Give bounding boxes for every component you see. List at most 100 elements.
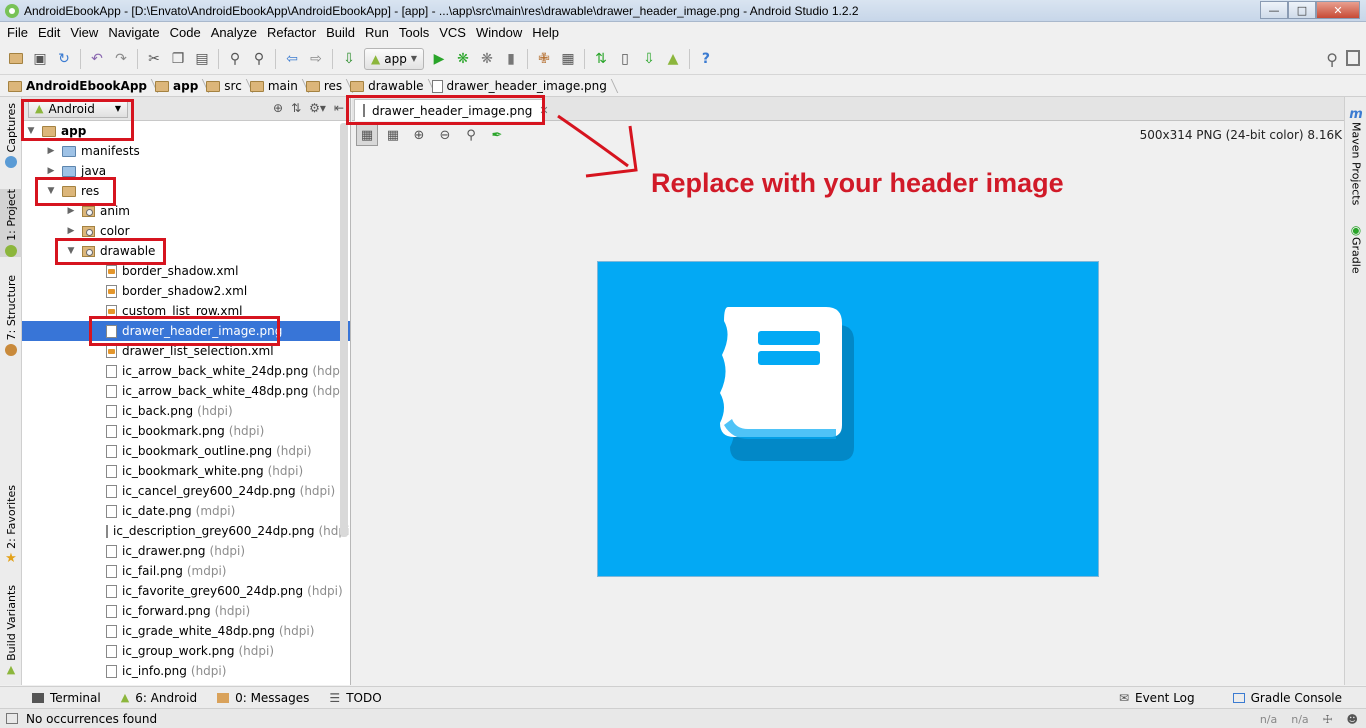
menu-file[interactable]: File — [2, 22, 33, 43]
menu-analyze[interactable]: Analyze — [206, 22, 262, 43]
attach-debugger-icon[interactable]: ❋ — [478, 50, 496, 68]
tab-build-variants[interactable]: Build Variants ▲ — [0, 585, 22, 676]
scroll-from-source-icon[interactable]: ⊕ — [273, 101, 283, 115]
find-icon[interactable]: ⚲ — [226, 50, 244, 68]
forward-icon[interactable]: ⇨ — [307, 50, 325, 68]
android-tab[interactable]: ▲ 6: Android — [111, 691, 207, 705]
tree-item-manifests[interactable]: ▶ manifests — [22, 141, 350, 161]
paste-icon[interactable]: ▤ — [193, 50, 211, 68]
make-project-icon[interactable]: ⇩ — [340, 50, 358, 68]
inspector-icon[interactable]: ☻ — [1347, 713, 1358, 726]
grid-icon[interactable]: ▦ — [382, 124, 404, 146]
collapse-arrow-icon[interactable]: ▶ — [46, 146, 56, 156]
menu-navigate[interactable]: Navigate — [103, 22, 164, 43]
save-icon[interactable]: ▣ — [31, 50, 49, 68]
android-monitor-icon[interactable]: ▲ — [664, 50, 682, 68]
tree-item-file[interactable]: ic_bookmark_outline.png (hdpi) — [22, 441, 350, 461]
tree-item-file[interactable]: ic_fail.png (mdpi) — [22, 561, 350, 581]
gear-icon[interactable]: ⚙▾ — [309, 101, 326, 115]
tree-item-file[interactable]: ic_arrow_back_white_48dp.png (hdpi) — [22, 381, 350, 401]
lock-icon[interactable]: ☩ — [1323, 713, 1333, 726]
tab-captures[interactable]: Captures — [0, 103, 22, 169]
zoom-out-icon[interactable]: ⊖ — [434, 124, 456, 146]
tab-maven-projects[interactable]: m Maven Projects — [1345, 107, 1366, 205]
tree-item-file[interactable]: ic_date.png (mdpi) — [22, 501, 350, 521]
tree-item-file[interactable]: ic_arrow_back_white_24dp.png (hdpi) — [22, 361, 350, 381]
sdk-manager-icon[interactable]: ⇩ — [640, 50, 658, 68]
gradle-console-tab[interactable]: Gradle Console — [1223, 691, 1352, 705]
project-scrollbar[interactable] — [340, 123, 348, 537]
hide-panel-icon[interactable]: ⇤ — [334, 101, 344, 115]
actual-size-icon[interactable]: ⚲ — [460, 124, 482, 146]
tree-item-file[interactable]: ic_back.png (hdpi) — [22, 401, 350, 421]
menu-edit[interactable]: Edit — [33, 22, 65, 43]
project-structure-icon[interactable]: ▦ — [559, 50, 577, 68]
tree-item-file[interactable]: ic_cancel_grey600_24dp.png (hdpi) — [22, 481, 350, 501]
open-folder-icon[interactable] — [7, 50, 25, 68]
collapse-arrow-icon[interactable]: ▶ — [66, 206, 76, 216]
color-picker-icon[interactable]: ✒ — [486, 124, 508, 146]
todo-tab[interactable]: ☰ TODO — [319, 691, 391, 705]
tree-item-file[interactable]: ic_info.png (hdpi) — [22, 661, 350, 681]
avd-manager-icon[interactable]: ▯ — [616, 50, 634, 68]
minimize-button[interactable]: — — [1260, 1, 1288, 19]
run-config-select[interactable]: ▲ app ▼ — [364, 47, 424, 70]
tree-item-file[interactable]: ic_bookmark_white.png (hdpi) — [22, 461, 350, 481]
tab-project[interactable]: 1: Project — [0, 189, 22, 257]
tab-gradle[interactable]: ◉ Gradle — [1345, 223, 1366, 274]
debug-icon[interactable]: ❋ — [454, 50, 472, 68]
stop-icon[interactable]: ▮ — [502, 50, 520, 68]
help-icon[interactable]: ? — [697, 50, 715, 68]
back-icon[interactable]: ⇦ — [283, 50, 301, 68]
menu-window[interactable]: Window — [471, 22, 527, 43]
crumb-file[interactable]: drawer_header_image.png — [430, 76, 613, 97]
tree-item-file[interactable]: ic_drawer.png (hdpi) — [22, 541, 350, 561]
replace-icon[interactable]: ⚲ — [250, 50, 268, 68]
menu-code[interactable]: Code — [165, 22, 206, 43]
copy-icon[interactable]: ❐ — [169, 50, 187, 68]
crumb-drawable[interactable]: drawable — [348, 76, 429, 97]
tab-structure[interactable]: 7: Structure — [0, 275, 22, 357]
tab-favorites[interactable]: 2: Favorites ★ — [0, 485, 22, 566]
tree-item-file[interactable]: ic_grade_white_48dp.png (hdpi) — [22, 621, 350, 641]
maximize-button[interactable]: □ — [1288, 1, 1316, 19]
crumb-src[interactable]: src — [204, 76, 248, 97]
collapse-all-icon[interactable]: ⇅ — [291, 101, 301, 115]
tree-item-file[interactable]: ic_description_grey600_24dp.png (hdpi) — [22, 521, 350, 541]
event-log-tab[interactable]: ✉ Event Log — [1109, 691, 1205, 705]
terminal-tab[interactable]: Terminal — [22, 691, 111, 705]
tab-label: 7: Structure — [4, 275, 18, 341]
menu-tools[interactable]: Tools — [394, 22, 434, 43]
sync-icon[interactable]: ↻ — [55, 50, 73, 68]
cut-icon[interactable]: ✂ — [145, 50, 163, 68]
toggle-tool-windows-icon[interactable] — [6, 713, 18, 724]
redo-icon[interactable]: ↷ — [112, 50, 130, 68]
run-icon[interactable]: ▶ — [430, 50, 448, 68]
messages-tab[interactable]: 0: Messages — [207, 691, 319, 705]
split-editor-icon[interactable] — [1346, 50, 1360, 66]
crumb-main[interactable]: main — [248, 76, 304, 97]
tree-item-file[interactable]: ic_favorite_grey600_24dp.png (hdpi) — [22, 581, 350, 601]
tree-item-file[interactable]: ic_group_work.png (hdpi) — [22, 641, 350, 661]
menu-help[interactable]: Help — [527, 22, 564, 43]
crumb-app[interactable]: app — [153, 76, 204, 97]
tree-item-file[interactable]: border_shadow2.xml — [22, 281, 350, 301]
close-button[interactable]: ✕ — [1316, 1, 1360, 19]
gradle-sync-icon[interactable]: ⇅ — [592, 50, 610, 68]
crumb-project[interactable]: AndroidEbookApp — [6, 76, 153, 97]
zoom-in-icon[interactable]: ⊕ — [408, 124, 430, 146]
undo-icon[interactable]: ↶ — [88, 50, 106, 68]
menu-build[interactable]: Build — [321, 22, 360, 43]
menu-view[interactable]: View — [65, 22, 103, 43]
menu-vcs[interactable]: VCS — [434, 22, 471, 43]
background-chessboard-icon[interactable]: ▦ — [356, 124, 378, 146]
collapse-arrow-icon[interactable]: ▶ — [66, 226, 76, 236]
collapse-arrow-icon[interactable]: ▶ — [46, 166, 56, 176]
menu-run[interactable]: Run — [360, 22, 394, 43]
tree-item-file[interactable]: ic_bookmark.png (hdpi) — [22, 421, 350, 441]
tree-item-file[interactable]: ic_forward.png (hdpi) — [22, 601, 350, 621]
settings-icon[interactable]: ✙ — [535, 50, 553, 68]
menu-refactor[interactable]: Refactor — [262, 22, 321, 43]
crumb-res[interactable]: res — [304, 76, 348, 97]
search-icon[interactable]: ⚲ — [1326, 50, 1338, 69]
